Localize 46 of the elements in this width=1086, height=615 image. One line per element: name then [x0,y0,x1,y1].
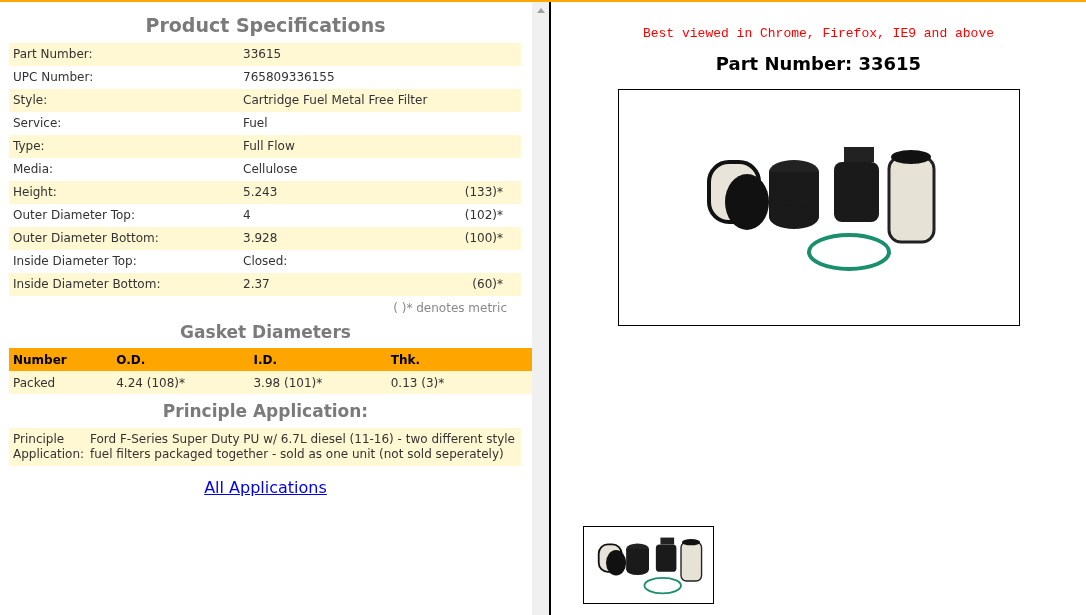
column-header: I.D. [253,351,278,369]
all-applications-link[interactable]: All Applications [204,475,327,500]
spec-label: Outer Diameter Bottom: [13,230,160,247]
metric-value: (102)* [464,207,503,224]
spec-value: Cartridge Fuel Metal Free Filter [243,92,429,109]
metric-value: (100)* [464,230,503,247]
spec-value: 3.928 [243,230,279,247]
metric-value: (133)* [464,184,503,201]
spec-label: Type: [13,138,46,155]
section-title: Product Specifications [144,13,387,38]
table-cell-text: 4.24 (108)* [116,374,186,392]
column-header: O.D. [116,351,147,369]
spec-value: Cellulose [243,161,299,178]
spec-label: Inside Diameter Top: [13,253,138,270]
section-title: Principle Application: [161,400,370,423]
table-cell-text: 3.98 (101)* [253,374,324,392]
spec-value: 2.37 [243,276,271,293]
browser-note: Best viewed in Chrome, Firefox, IE9 and above [642,25,995,43]
spec-label: Service: [13,115,63,132]
scroll-up-icon[interactable] [536,8,545,13]
spec-value: Closed: [243,253,289,270]
spec-label: Media: [13,161,55,178]
table-cell-text: 0.13 (3)* [390,374,446,392]
spec-label: UPC Number: [13,69,95,86]
spec-value: 5.243 [243,184,279,201]
spec-label: Height: [13,184,58,201]
spec-label: Outer Diameter Top: [13,207,136,224]
application-label: Principle Application: [13,431,86,462]
scrollbar[interactable] [532,2,549,615]
spec-label: Part Number: [13,46,94,63]
metric-value: (60)* [472,276,503,293]
metric-note: ( )* denotes metric [393,299,507,317]
spec-label: Inside Diameter Bottom: [13,276,162,293]
photo-thumbnail[interactable] [583,526,714,604]
column-header: Thk. [390,351,421,369]
part-number-heading: Part Number: 33615 [715,51,922,76]
spec-value: Full Flow [243,138,296,155]
spec-label: Style: [13,92,49,109]
spec-value: 33615 [243,46,283,63]
application-text: Ford F-Series Super Duty PU w/ 6.7L diesel (11-16) - two different style fuel filters packaged together - sold as one unit (not sold seperately) [90,431,516,462]
spec-value: 4 [243,207,252,224]
column-header: Number [13,351,68,369]
table-cell-text: Packed [13,374,57,392]
spec-value: Fuel [243,115,269,132]
section-title: Gasket Diameters [179,320,352,344]
spec-value: 765809336155 [243,69,336,86]
